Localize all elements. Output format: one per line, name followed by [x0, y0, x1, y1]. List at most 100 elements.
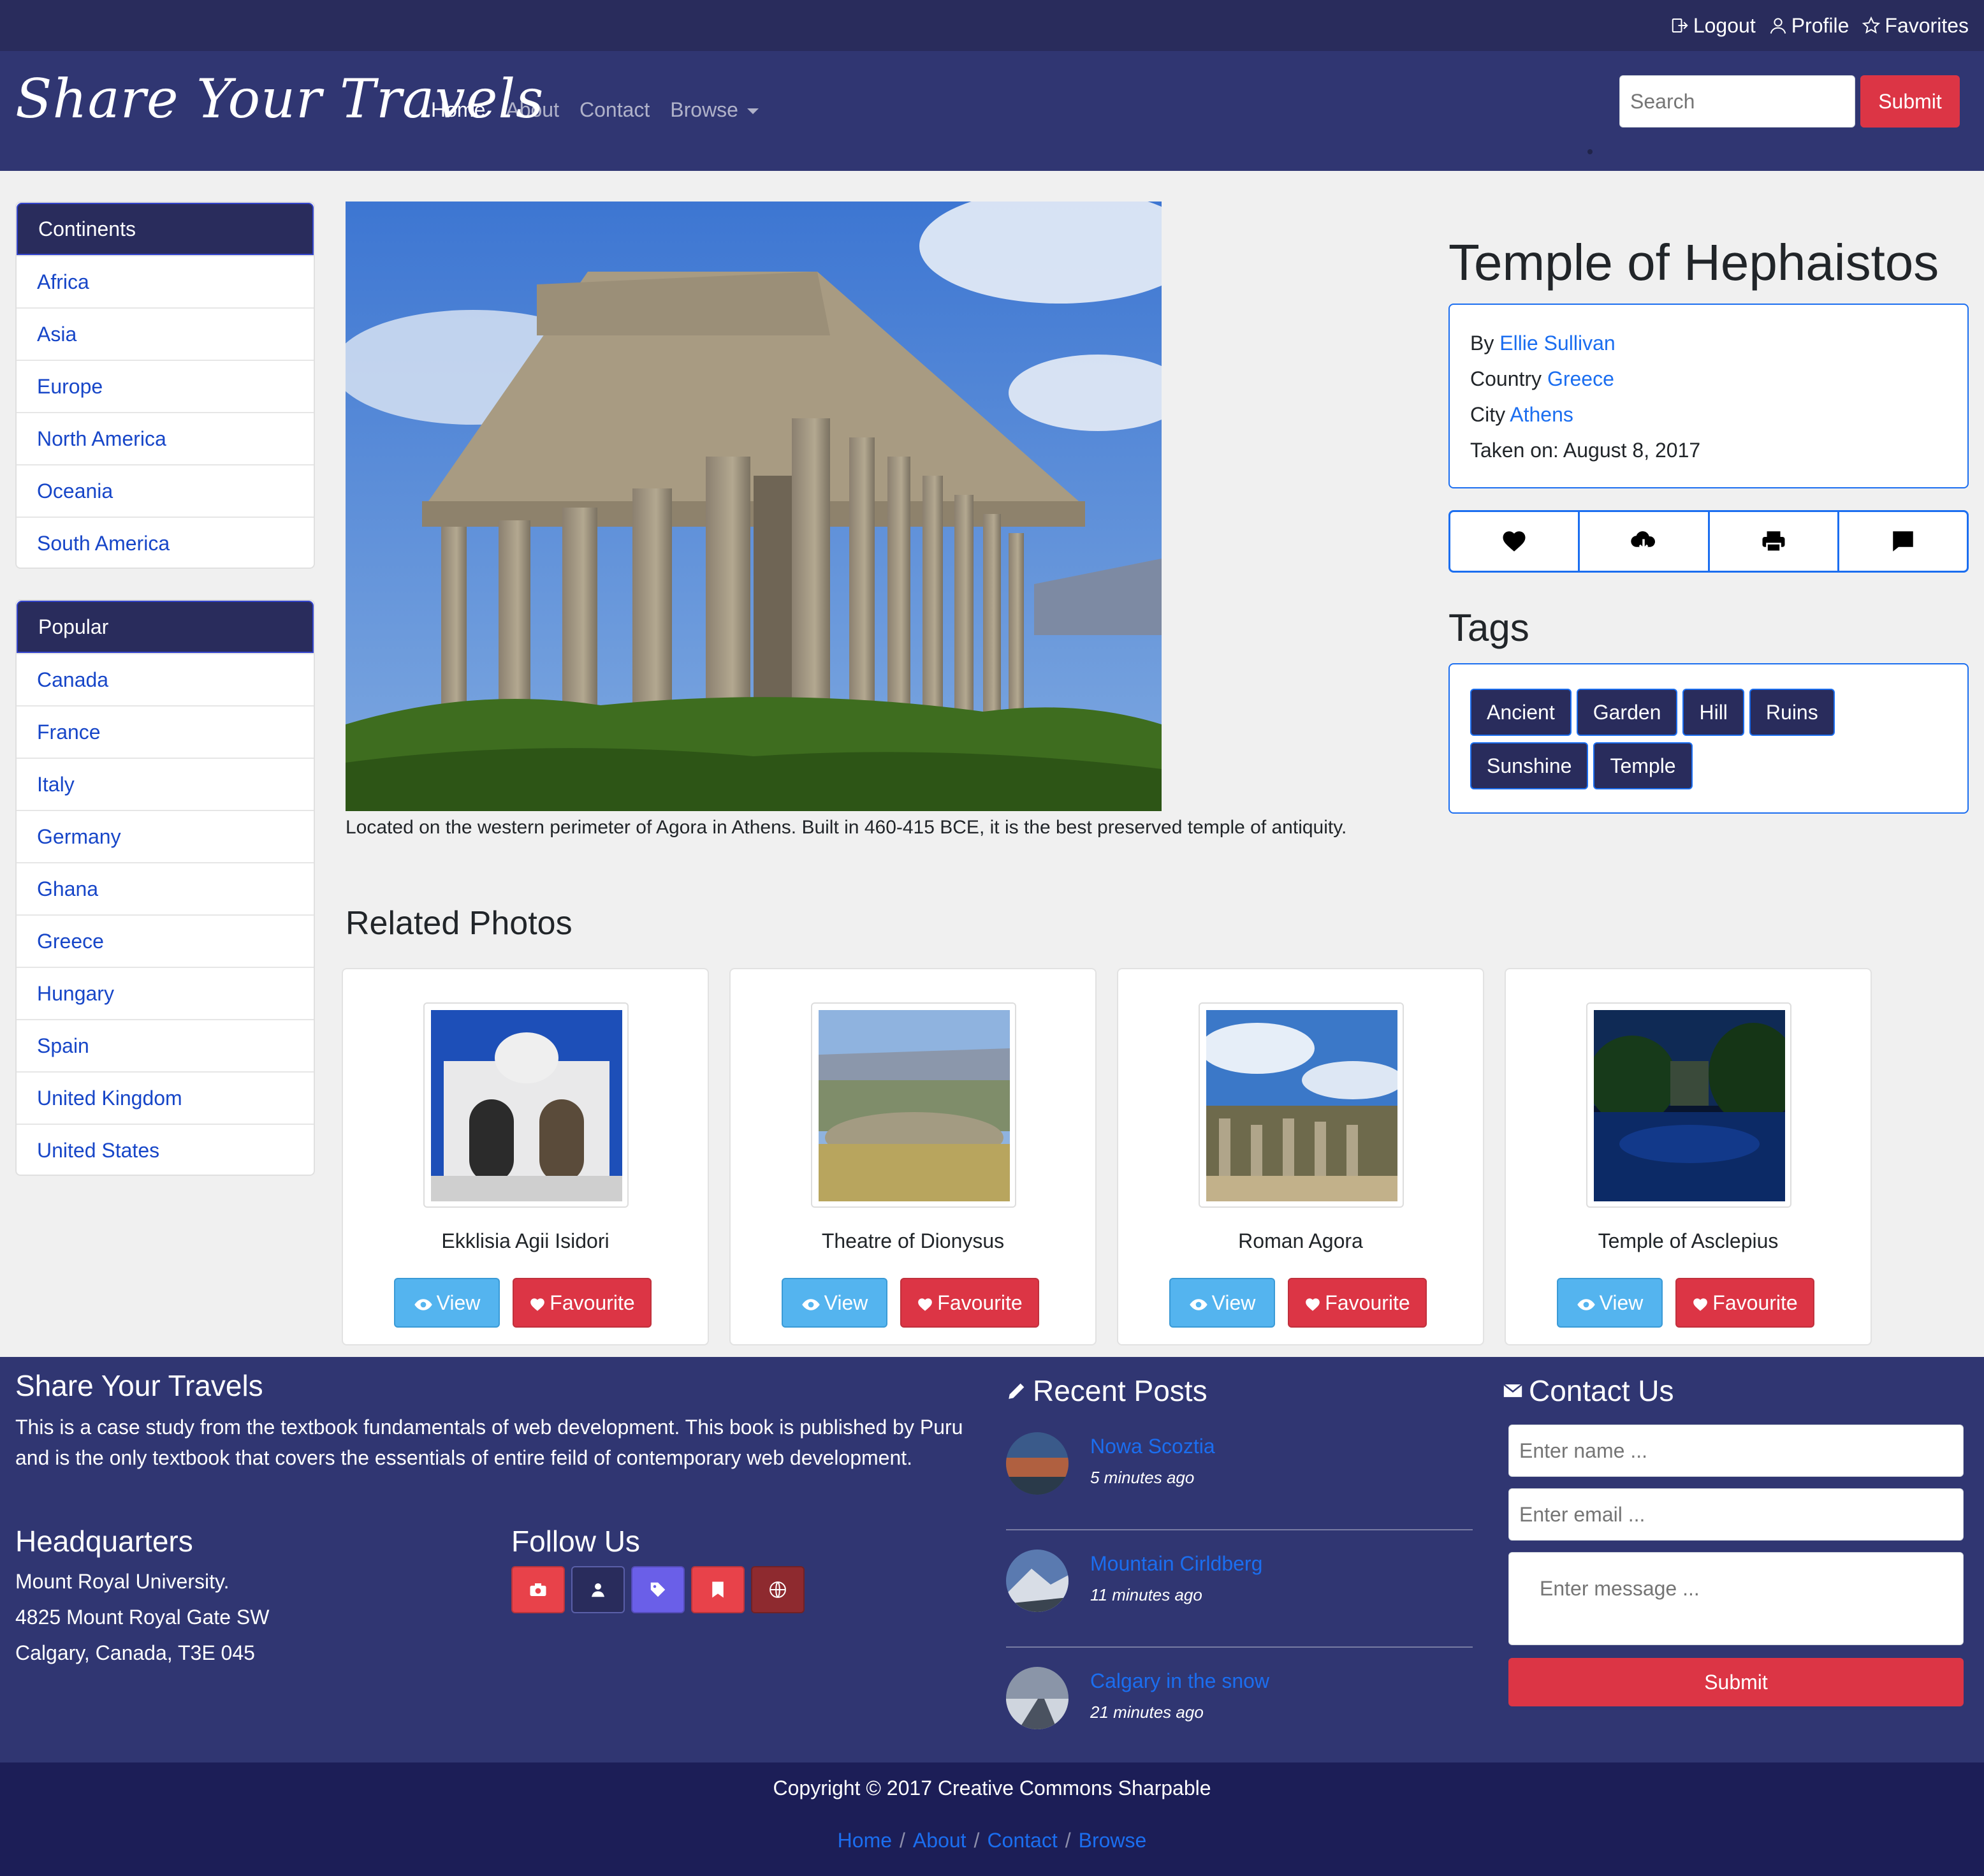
country-item[interactable]: France [17, 705, 314, 758]
bottom-nav-browse[interactable]: Browse [1079, 1829, 1147, 1852]
tag-button[interactable]: Temple [1593, 742, 1693, 789]
eye-icon [1577, 1298, 1595, 1310]
favourite-label: Favourite [937, 1291, 1023, 1314]
related-thumbnail[interactable] [1199, 1002, 1404, 1208]
bottom-nav-home[interactable]: Home [838, 1829, 892, 1852]
favourite-button[interactable]: Favourite [900, 1278, 1039, 1328]
nav-browse-dropdown[interactable]: Browse [670, 98, 759, 122]
city-link[interactable]: Athens [1510, 403, 1573, 426]
view-label: View [1599, 1291, 1644, 1314]
country-item[interactable]: Germany [17, 810, 314, 862]
continent-item[interactable]: North America [17, 412, 314, 464]
nav-contact[interactable]: Contact [580, 98, 650, 122]
nav-home[interactable]: Home [431, 98, 485, 122]
tag-button[interactable]: Garden [1576, 689, 1678, 736]
nav-links: Home About Contact Browse [431, 98, 759, 122]
contact-us-title: Contact Us [1502, 1374, 1674, 1408]
post-title-link[interactable]: Mountain Cirldberg [1090, 1552, 1262, 1576]
country-item[interactable]: Italy [17, 758, 314, 810]
footer-about-title: Share Your Travels [15, 1369, 263, 1402]
top-utility-bar: Logout Profile Favorites [0, 0, 1984, 51]
post-divider [1006, 1529, 1473, 1530]
contact-submit-button[interactable]: Submit [1508, 1658, 1964, 1706]
country-item[interactable]: Greece [17, 914, 314, 967]
continent-item[interactable]: Oceania [17, 464, 314, 517]
country-item[interactable]: Canada [17, 653, 314, 705]
bottom-nav-about[interactable]: About [913, 1829, 966, 1852]
tag-button[interactable]: Hill [1682, 689, 1744, 736]
favorite-action-button[interactable] [1450, 512, 1580, 571]
search-input[interactable] [1619, 75, 1855, 128]
tag-button[interactable]: Sunshine [1470, 742, 1589, 789]
recent-post-item[interactable]: Nowa Scoztia 5 minutes ago [1006, 1432, 1473, 1528]
view-button[interactable]: View [1557, 1278, 1663, 1328]
print-action-button[interactable] [1710, 512, 1839, 571]
continent-item[interactable]: South America [17, 517, 314, 568]
main-photo [346, 202, 1162, 811]
country-line: Country Greece [1470, 361, 1947, 397]
bottom-nav-contact[interactable]: Contact [987, 1829, 1057, 1852]
contact-message-field[interactable] [1508, 1552, 1964, 1645]
person-social-button[interactable] [571, 1566, 625, 1613]
bottom-nav: Home / About / Contact / Browse [837, 1829, 1147, 1852]
continent-item[interactable]: Europe [17, 360, 314, 412]
country-item[interactable]: United Kingdom [17, 1071, 314, 1124]
post-divider [1006, 1646, 1473, 1648]
related-thumbnail[interactable] [811, 1002, 1016, 1208]
headquarters-title: Headquarters [15, 1525, 193, 1558]
hq-line: 4825 Mount Royal Gate SW [15, 1606, 270, 1629]
related-thumbnail[interactable] [1586, 1002, 1791, 1208]
related-thumbnail[interactable] [423, 1002, 629, 1208]
recent-post-item[interactable]: Calgary in the snow 21 minutes ago [1006, 1667, 1473, 1762]
nav-about[interactable]: About [506, 98, 559, 122]
comment-action-button[interactable] [1839, 512, 1967, 571]
city-label: City [1470, 403, 1506, 426]
bottom-bar: Copyright © 2017 Creative Commons Sharpa… [0, 1762, 1984, 1876]
heart-icon [1693, 1298, 1708, 1311]
favourite-button[interactable]: Favourite [1288, 1278, 1427, 1328]
favourite-button[interactable]: Favourite [1675, 1278, 1814, 1328]
copyright-text: Copyright © 2017 Creative Commons Sharpa… [773, 1777, 1211, 1799]
view-button[interactable]: View [782, 1278, 887, 1328]
country-item[interactable]: Ghana [17, 862, 314, 914]
chat-icon [1893, 531, 1913, 552]
post-title-link[interactable]: Calgary in the snow [1090, 1669, 1269, 1693]
search-submit-button[interactable]: Submit [1860, 75, 1960, 128]
recent-post-item[interactable]: Mountain Cirldberg 11 minutes ago [1006, 1550, 1473, 1645]
author-link[interactable]: Ellie Sullivan [1499, 332, 1615, 355]
profile-link[interactable]: Profile [1769, 14, 1849, 38]
heart-icon [1306, 1298, 1320, 1311]
contact-name-field[interactable] [1508, 1425, 1964, 1477]
continent-item[interactable]: Asia [17, 307, 314, 360]
view-label: View [436, 1291, 481, 1314]
continent-item[interactable]: Africa [17, 255, 314, 307]
tag-button[interactable]: Ruins [1749, 689, 1835, 736]
camera-social-button[interactable] [511, 1566, 565, 1613]
country-item[interactable]: Hungary [17, 967, 314, 1019]
favourite-button[interactable]: Favourite [513, 1278, 652, 1328]
city-line: City Athens [1470, 397, 1947, 432]
logout-label: Logout [1693, 13, 1756, 37]
view-button[interactable]: View [394, 1278, 500, 1328]
contact-email-field[interactable] [1508, 1488, 1964, 1541]
post-title-link[interactable]: Nowa Scoztia [1090, 1435, 1215, 1458]
country-link[interactable]: Greece [1547, 367, 1614, 390]
envelope-icon [1503, 1384, 1522, 1397]
social-buttons [511, 1566, 805, 1613]
logout-link[interactable]: Logout [1670, 14, 1756, 38]
view-button[interactable]: View [1169, 1278, 1275, 1328]
temple-photo-image [346, 202, 1162, 811]
favorites-link[interactable]: Favorites [1862, 14, 1969, 38]
bookmark-social-button[interactable] [691, 1566, 745, 1613]
hq-line: Mount Royal University. [15, 1570, 230, 1593]
tags-icon [650, 1582, 666, 1597]
country-item[interactable]: United States [17, 1124, 314, 1175]
globe-social-button[interactable] [751, 1566, 805, 1613]
country-item[interactable]: Spain [17, 1019, 314, 1071]
heart-icon [1503, 531, 1526, 552]
photo-description: Located on the western perimeter of Agor… [346, 817, 1347, 838]
download-action-button[interactable] [1580, 512, 1710, 571]
tag-button[interactable]: Ancient [1470, 689, 1572, 736]
tags-box: Ancient Garden Hill Ruins Sunshine Templ… [1448, 663, 1969, 814]
tags-social-button[interactable] [631, 1566, 685, 1613]
